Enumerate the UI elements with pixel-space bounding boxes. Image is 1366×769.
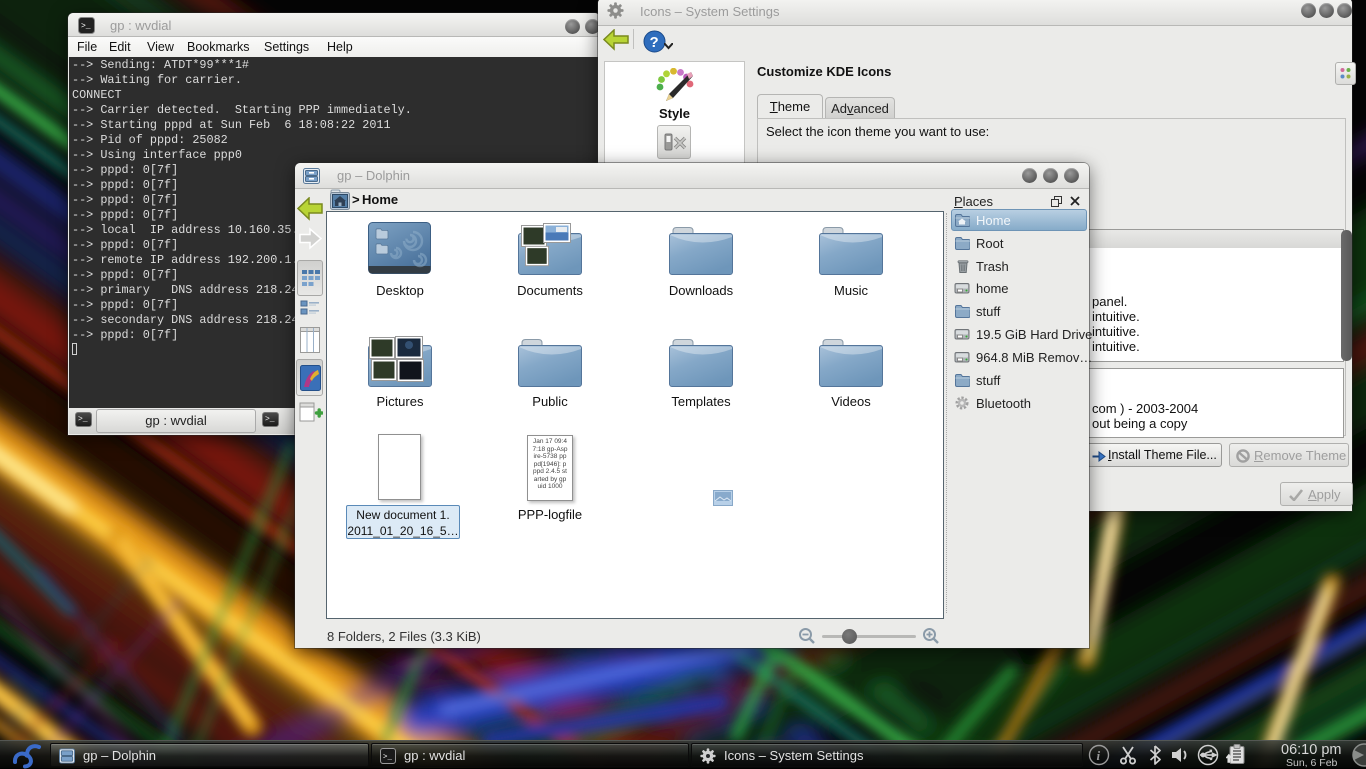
svg-text:>_: >_ <box>383 754 393 762</box>
svg-text:i: i <box>1097 748 1101 763</box>
svg-text:>_: >_ <box>81 22 91 31</box>
svg-text:?: ? <box>650 34 659 51</box>
